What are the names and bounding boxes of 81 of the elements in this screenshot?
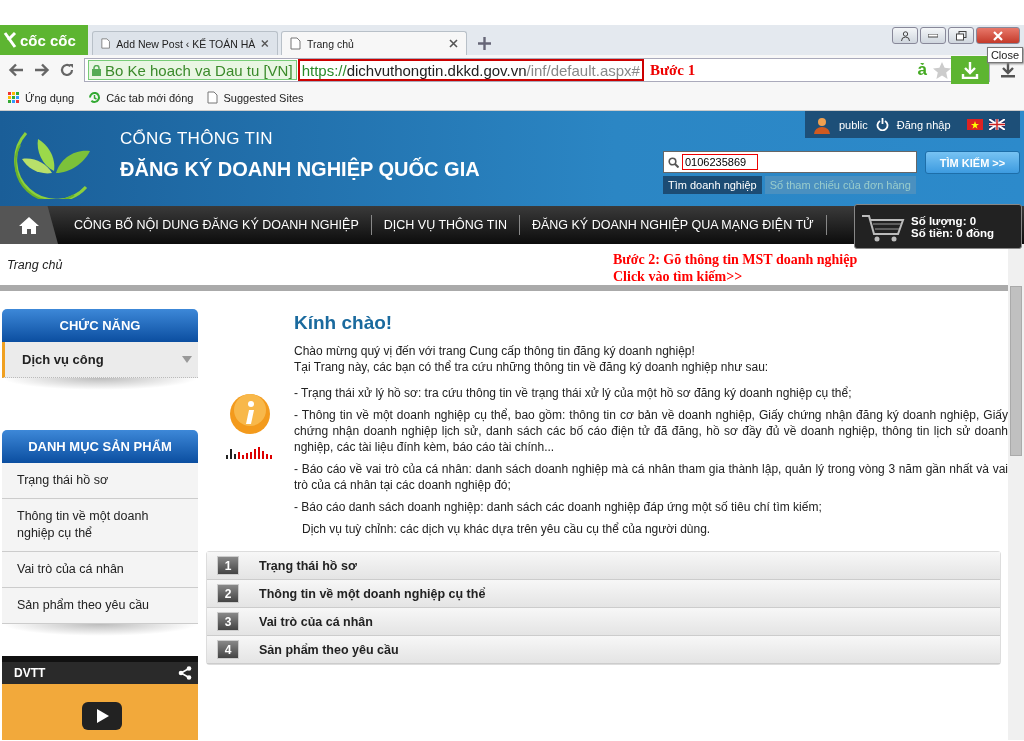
search-field[interactable]: 0106235869 [663,151,917,173]
maximize-button[interactable] [948,27,974,44]
username: public [839,118,868,131]
back-icon[interactable] [8,63,24,77]
cart-quantity: Số lượng: 0 [911,214,978,227]
nav-link[interactable]: DỊCH VỤ THÔNG TIN [371,215,520,235]
accordion-item[interactable]: 4 Sản phẩm theo yêu cầu [207,636,1000,664]
portal-title: ĐĂNG KÝ DOANH NGHIỆP QUỐC GIA [120,158,480,181]
url-text: https://dichvuthongtin.dkkd.gov.vn/inf/default.aspx# [297,59,644,81]
bookmark-link[interactable]: Các tab mới đóng [106,91,194,104]
power-icon[interactable] [875,118,889,131]
nav-link[interactable]: CÔNG BỐ NỘI DUNG ĐĂNG KÝ DOANH NGHIỆP [62,215,372,235]
apps-grid-icon [8,91,20,104]
feature-description: Dịch vụ tuỳ chỉnh: các dịch vụ khác dựa trên yêu cầu cụ thể của người dùng. [301,521,712,537]
intro-text: Chào mừng quý vị đến với trang Cung cấp thông tin đăng ký doanh nghiệp! Tại Trang này, các bạn có thể tra cứu những thông tin về đăng ký doanh nghiệp như sau: [294,343,770,375]
home-button[interactable] [0,206,58,244]
video-player[interactable]: DVTT [2,656,198,740]
info-icon [229,393,271,435]
dropdown-arrow-icon [182,356,192,363]
section-header: CHỨC NĂNG [2,309,198,342]
forward-icon[interactable] [34,63,50,77]
home-icon [18,216,40,234]
sidebar-link[interactable]: Vai trò của cá nhân [2,552,198,588]
welcome-heading: Kính chào! [294,315,394,331]
tooltip: Close [986,47,1023,63]
close-icon[interactable] [261,39,269,48]
feature-description: - Báo cáo về vai trò của cá nhân: danh sách doanh nghiệp mà cá nhân tham gia thành lập, quản lý trong vòng 3 năm gần nhất và vai trò của cá nhân tại các doanh nghiệp đó; [294,461,1008,493]
page-icon [101,37,111,50]
dropdown-menu[interactable]: Dịch vụ công [2,342,198,378]
portal-subtitle: CỔNG THÔNG TIN [120,129,274,149]
history-icon [88,91,102,104]
browser-tab[interactable]: Trang chủ [281,31,467,55]
page-icon [290,37,301,50]
page-icon [207,91,219,104]
download-icon [961,61,979,79]
feature-description: - Báo cáo danh sách doanh nghiệp: danh sách các doanh nghiệp đáp ứng một số tiêu chí tìm kiếm; [294,499,823,515]
reload-icon[interactable] [60,63,74,77]
star-icon[interactable] [933,61,951,79]
download-icon[interactable] [1000,62,1016,78]
person-icon [900,30,910,41]
annotation-label: Bước 1 [649,61,696,79]
nav-link[interactable]: ĐĂNG KÝ DOANH NGHIỆP QUA MẠNG ĐIỆN TỬ [519,215,827,235]
search-icon [668,156,679,168]
search-tab[interactable]: Tìm doanh nghiệp [663,176,762,194]
annotation-text: Click vào tìm kiếm>> [613,268,744,285]
browser-tab[interactable]: Add New Post ‹ KẾ TOÁN HÀ [92,31,278,55]
close-icon[interactable] [449,39,458,48]
sidebar-link[interactable]: Sản phẩm theo yêu cầu [2,588,198,624]
sidebar-link[interactable]: Trạng thái hồ sơ [2,463,198,499]
bookmark-link[interactable]: Suggested Sites [223,91,304,104]
close-button[interactable] [976,27,1020,44]
lock-icon [92,64,101,76]
play-button-icon[interactable] [82,702,122,730]
scrollbar[interactable] [1008,244,1024,740]
login-link[interactable]: Đăng nhập [896,118,951,131]
share-icon[interactable] [178,666,192,680]
feature-description: - Thông tin về một doanh nghiệp cụ thể, bao gồm: thông tin cơ bản về doanh nghiệp, Giấy chứng nhận đăng ký doanh nghiệp, Giấy chứng nhận doanh nghiệp lịch sử, danh sách các bố cáo điện tử đã đăng, hồ sơ đầy đủ về doanh nghiệp, thông tin lịch sử doanh nghiệp, các tài liệu đính kèm, báo cáo tài chính... [294,407,1008,455]
breadcrumb[interactable]: Trang chủ [7,257,63,272]
cart-panel[interactable]: Số lượng: 0 Số tiền: 0 đồng [854,204,1022,249]
minimize-icon [928,33,938,38]
accordion-item[interactable]: 1 Trạng thái hồ sơ [207,552,1000,580]
cart-amount: Số tiền: 0 đồng [911,226,995,239]
restore-icon [955,30,967,41]
user-avatar-icon [813,115,831,134]
new-tab-icon[interactable] [478,37,491,50]
sidebar-link[interactable]: Thông tin về một doanh nghiệp cụ thể [2,499,198,552]
video-title: DVTT [14,666,46,680]
download-button[interactable] [951,56,989,84]
close-icon [993,30,1003,41]
accordion-item[interactable]: 2 Thông tin về một doanh nghiệp cụ thể [207,580,1000,608]
feature-description: - Trạng thái xử lý hồ sơ: tra cứu thông tin về trạng thái xử lý của một hồ sơ đăng ký doanh nghiệp cụ thể; [294,385,853,401]
profile-button[interactable] [892,27,918,44]
site-identity[interactable]: Bo Ke hoach va Dau tu [VN] [88,60,297,80]
bookmark-link[interactable]: Ứng dụng [25,91,75,104]
address-bar[interactable]: Bo Ke hoach va Dau tu [VN] https://dichvuthongtin.dkkd.gov.vn/inf/default.aspx# Bước 1 ả [84,58,990,82]
section-header: DANH MỤC SẢN PHẨM [2,430,198,463]
uk-flag-icon[interactable] [988,119,1005,130]
scrollbar-thumb[interactable] [1010,286,1022,456]
annotation-text: Bước 2: Gõ thông tin MST doanh nghiệp [613,251,858,268]
vietnam-flag-icon[interactable] [966,119,983,130]
accordion-item[interactable]: 3 Vai trò của cá nhân [207,608,1000,636]
